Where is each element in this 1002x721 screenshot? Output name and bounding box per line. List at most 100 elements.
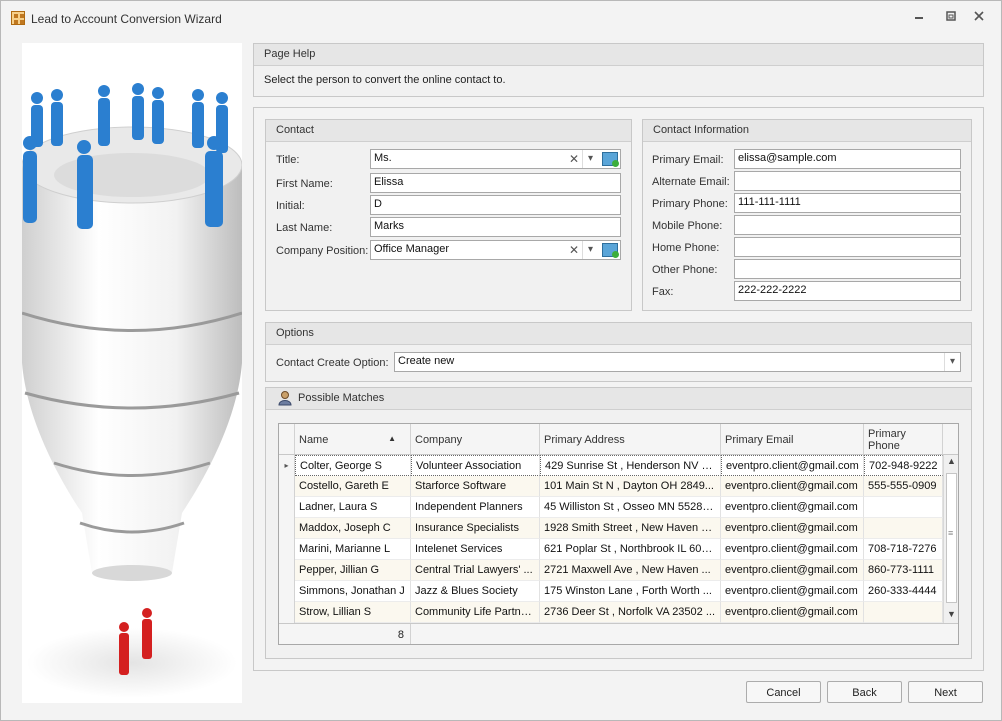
table-cell[interactable] — [864, 602, 943, 623]
table-cell[interactable] — [864, 497, 943, 518]
table-cell[interactable]: Colter, George S — [295, 455, 411, 476]
table-cell[interactable]: 2736 Deer St , Norfolk VA 23502 ... — [540, 602, 721, 623]
table-cell[interactable]: Simmons, Jonathan J — [295, 581, 411, 602]
title-combo[interactable]: Ms. ✕ ▾ — [370, 149, 621, 169]
cancel-button[interactable]: Cancel — [746, 681, 821, 703]
lookup-grid-icon[interactable] — [602, 152, 619, 167]
scroll-up-icon[interactable]: ▲ — [947, 456, 956, 466]
home-phone-label: Home Phone: — [652, 242, 720, 254]
minimize-icon — [915, 17, 923, 19]
table-cell[interactable]: Ladner, Laura S — [295, 497, 411, 518]
dropdown-arrow-icon[interactable]: ▾ — [582, 150, 598, 168]
table-cell[interactable]: 101 Main St N , Dayton OH 2849... — [540, 476, 721, 497]
contact-information-header: Contact Information — [643, 120, 971, 142]
table-cell[interactable]: 429 Sunrise St , Henderson NV 8... — [540, 455, 721, 476]
possible-matches-grid[interactable]: Name ▲ Company Primary Address Primary E… — [278, 423, 959, 645]
table-cell[interactable] — [864, 518, 943, 539]
table-cell[interactable]: 175 Winston Lane , Forth Worth ... — [540, 581, 721, 602]
table-cell[interactable]: eventpro.client@gmail.com — [721, 560, 864, 581]
close-button[interactable] — [971, 10, 987, 26]
primary-email-field[interactable]: elissa@sample.com — [734, 149, 961, 169]
table-cell[interactable]: Marini, Marianne L — [295, 539, 411, 560]
back-button[interactable]: Back — [827, 681, 902, 703]
table-cell[interactable]: 860-773-1111 — [864, 560, 943, 581]
other-phone-field[interactable] — [734, 259, 961, 279]
clear-icon[interactable]: ✕ — [566, 241, 582, 259]
mobile-phone-field[interactable] — [734, 215, 961, 235]
table-cell[interactable]: Strow, Lillian S — [295, 602, 411, 623]
column-header-company[interactable]: Company — [411, 424, 540, 455]
row-indicator[interactable] — [279, 539, 295, 560]
first-name-label: First Name: — [276, 178, 333, 190]
contact-header: Contact — [266, 120, 631, 142]
table-cell[interactable]: Maddox, Joseph C — [295, 518, 411, 539]
minimize-button[interactable] — [911, 10, 927, 26]
table-cell[interactable]: 45 Williston St , Osseo MN 55289 ... — [540, 497, 721, 518]
table-cell[interactable]: 555-555-0909 — [864, 476, 943, 497]
alternate-email-field[interactable] — [734, 171, 961, 191]
next-button[interactable]: Next — [908, 681, 983, 703]
table-cell[interactable]: Starforce Software — [411, 476, 540, 497]
scroll-down-icon[interactable]: ▼ — [947, 609, 956, 619]
table-cell[interactable]: Central Trial Lawyers' ... — [411, 560, 540, 581]
maximize-button[interactable] — [943, 10, 959, 26]
mobile-phone-label: Mobile Phone: — [652, 220, 723, 232]
first-name-field[interactable]: Elissa — [370, 173, 621, 193]
grip-icon: ≡ — [948, 528, 954, 538]
table-cell[interactable]: Pepper, Jillian G — [295, 560, 411, 581]
lookup-grid-icon[interactable] — [602, 243, 619, 258]
table-cell[interactable]: 708-718-7276 — [864, 539, 943, 560]
table-cell[interactable]: Community Life Partne... — [411, 602, 540, 623]
table-cell[interactable]: eventpro.client@gmail.com — [721, 539, 864, 560]
window-title: Lead to Account Conversion Wizard — [31, 12, 222, 26]
row-indicator[interactable] — [279, 518, 295, 539]
table-cell[interactable]: 621 Poplar St , Northbrook IL 600... — [540, 539, 721, 560]
table-cell[interactable]: Volunteer Association — [411, 455, 540, 476]
table-cell[interactable]: eventpro.client@gmail.com — [721, 476, 864, 497]
company-position-value: Office Manager — [374, 243, 450, 255]
table-cell[interactable]: eventpro.client@gmail.com — [721, 581, 864, 602]
row-indicator[interactable] — [279, 581, 295, 602]
dropdown-arrow-icon[interactable]: ▾ — [944, 353, 960, 371]
scrollbar-thumb[interactable]: ≡ — [946, 473, 957, 603]
row-indicator[interactable] — [279, 476, 295, 497]
person-icon — [278, 391, 292, 406]
column-header-primary-address[interactable]: Primary Address — [540, 424, 721, 455]
fax-field[interactable]: 222-222-2222 — [734, 281, 961, 301]
vertical-scrollbar[interactable]: ▲ ≡ ▼ — [943, 455, 958, 623]
table-cell[interactable]: 2721 Maxwell Ave , New Haven ... — [540, 560, 721, 581]
title-label: Title: — [276, 154, 300, 166]
row-indicator[interactable] — [279, 497, 295, 518]
primary-phone-field[interactable]: 111-111-1111 — [734, 193, 961, 213]
table-cell[interactable]: 702-948-9222 — [864, 455, 943, 476]
table-cell[interactable]: eventpro.client@gmail.com — [721, 455, 864, 476]
primary-phone-label: Primary Phone: — [652, 198, 728, 210]
company-position-combo[interactable]: Office Manager ✕ ▾ — [370, 240, 621, 260]
last-name-field[interactable]: Marks — [370, 217, 621, 237]
dropdown-arrow-icon[interactable]: ▾ — [582, 241, 598, 259]
clear-icon[interactable]: ✕ — [566, 150, 582, 168]
table-cell[interactable]: Insurance Specialists — [411, 518, 540, 539]
column-header-primary-email[interactable]: Primary Email — [721, 424, 864, 455]
home-phone-field[interactable] — [734, 237, 961, 257]
table-cell[interactable]: Independent Planners — [411, 497, 540, 518]
table-cell[interactable]: eventpro.client@gmail.com — [721, 497, 864, 518]
other-phone-label: Other Phone: — [652, 264, 718, 276]
table-cell[interactable]: Jazz & Blues Society — [411, 581, 540, 602]
table-cell[interactable]: Costello, Gareth E — [295, 476, 411, 497]
last-name-label: Last Name: — [276, 222, 333, 234]
table-cell[interactable]: 260-333-4444 — [864, 581, 943, 602]
contact-create-option-select[interactable]: Create new ▾ — [394, 352, 961, 372]
contact-create-option-label: Contact Create Option: — [276, 357, 389, 369]
row-indicator[interactable] — [279, 602, 295, 623]
column-header-primary-phone[interactable]: Primary Phone — [864, 424, 943, 455]
table-cell[interactable]: eventpro.client@gmail.com — [721, 602, 864, 623]
table-cell[interactable]: 1928 Smith Street , New Haven C... — [540, 518, 721, 539]
table-cell[interactable]: eventpro.client@gmail.com — [721, 518, 864, 539]
close-icon — [974, 11, 984, 21]
row-indicator[interactable]: ▸ — [279, 455, 295, 476]
initial-field[interactable]: D — [370, 195, 621, 215]
column-header-name[interactable]: Name ▲ — [295, 424, 411, 455]
table-cell[interactable]: Intelenet Services — [411, 539, 540, 560]
row-indicator[interactable] — [279, 560, 295, 581]
